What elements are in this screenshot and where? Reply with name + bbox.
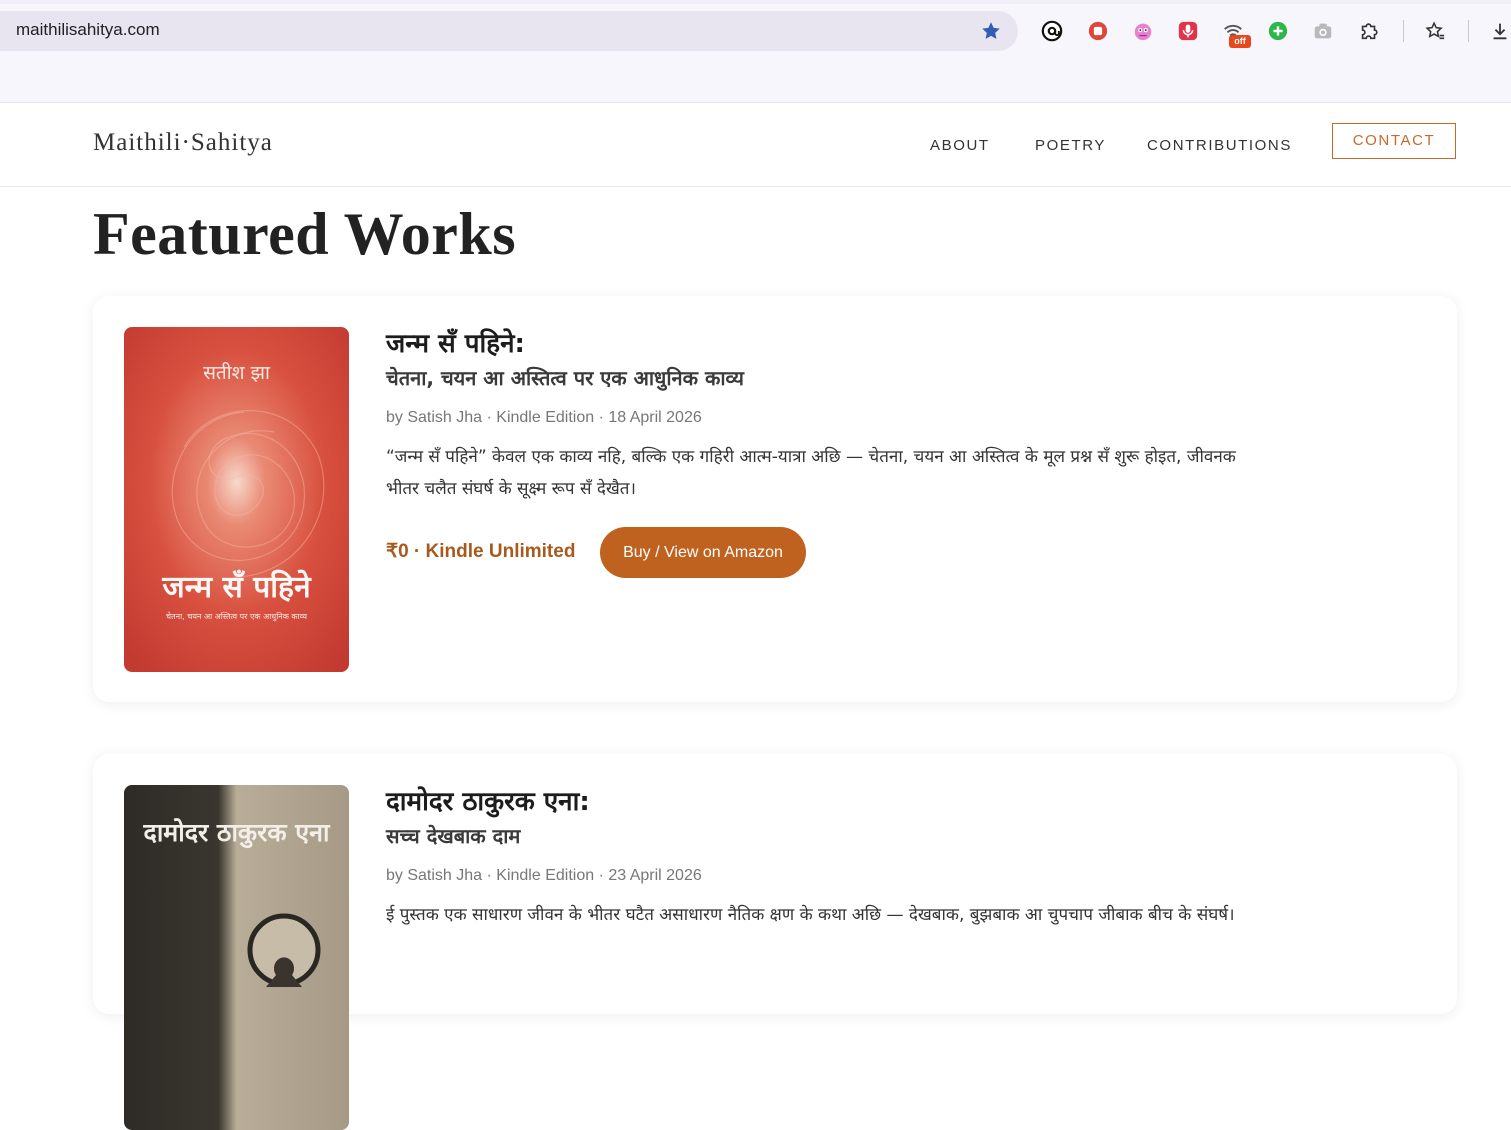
extension-add-icon[interactable] — [1267, 20, 1289, 42]
browser-toolbar: maithilisahitya.com off — [0, 0, 1511, 103]
book-info: जन्म सँ पहिने: चेतना, चयन आ अस्तित्व पर … — [386, 324, 1266, 579]
nav-poetry[interactable]: POETRY — [1035, 137, 1106, 154]
book-card: दामोदर ठाकुरक एना दामोदर ठाकुरक एना: सच्… — [93, 754, 1457, 1130]
book-info: दामोदर ठाकुरक एना: सच्च देखबाक दाम by Sa… — [386, 782, 1266, 931]
extension-off-badge: off — [1229, 35, 1251, 48]
extension-mascot-icon[interactable] — [1132, 20, 1154, 42]
nav-contributions[interactable]: CONTRIBUTIONS — [1147, 137, 1292, 154]
book-cover[interactable]: दामोदर ठाकुरक एना — [124, 785, 349, 1130]
buy-amazon-button[interactable]: Buy / View on Amazon — [600, 527, 806, 578]
book-cover[interactable]: सतीश झा जन्म सँ पहिने चेतना, चयन आ अस्ति… — [124, 327, 349, 672]
extensions-puzzle-icon[interactable] — [1358, 20, 1380, 42]
book-title: जन्म सँ पहिने: — [386, 329, 525, 359]
toolbar-separator — [1403, 20, 1404, 42]
cover-author: सतीश झा — [203, 362, 270, 384]
site-logo[interactable]: Maithili·Sahitya — [93, 129, 273, 157]
book-price: ₹0 · Kindle Unlimited — [386, 541, 576, 562]
book-title: दामोदर ठाकुरक एना: — [386, 787, 590, 817]
book-description: “जन्म सँ पहिने” केवल एक काव्य नहि, बल्कि… — [386, 447, 1236, 499]
cover-title: जन्म सँ पहिने — [162, 570, 311, 605]
book-meta: by Satish Jha · Kindle Edition · 18 Apri… — [386, 409, 702, 426]
toolbar-separator — [1468, 20, 1469, 42]
star-icon[interactable] — [980, 20, 1002, 42]
cover-title: दामोदर ठाकुरक एना — [143, 818, 330, 847]
book-subtitle: चेतना, चयन आ अस्तित्व पर एक आधुनिक काव्य — [386, 366, 744, 390]
contact-button[interactable]: CONTACT — [1332, 123, 1456, 159]
site-header: Maithili·Sahitya ABOUT POETRY CONTRIBUTI… — [0, 103, 1511, 187]
extension-threads-icon[interactable] — [1041, 20, 1063, 42]
book-subtitle: सच्च देखबाक दाम — [386, 824, 521, 848]
url-text[interactable]: maithilisahitya.com — [16, 20, 160, 40]
book-meta: by Satish Jha · Kindle Edition · 23 Apri… — [386, 867, 702, 884]
book-card: सतीश झा जन्म सँ पहिने चेतना, चयन आ अस्ति… — [93, 296, 1457, 702]
page-title: Featured Works — [93, 201, 517, 267]
price-row: ₹0 · Kindle Unlimited Buy / View on Amaz… — [386, 527, 1266, 579]
extension-mic-icon[interactable] — [1177, 20, 1199, 42]
cover-subtitle: चेतना, चयन आ अस्तित्व पर एक आधुनिक काव्य — [166, 612, 307, 621]
extension-camera-icon[interactable] — [1312, 20, 1334, 42]
download-icon[interactable] — [1489, 20, 1511, 42]
bookmarks-icon[interactable] — [1424, 20, 1446, 42]
nav-about[interactable]: ABOUT — [930, 137, 990, 154]
tab-strip-edge — [0, 0, 1511, 4]
book-description: ई पुस्तक एक साधारण जीवन के भीतर घटैत असा… — [386, 905, 1235, 925]
extension-stop-icon[interactable] — [1087, 20, 1109, 42]
